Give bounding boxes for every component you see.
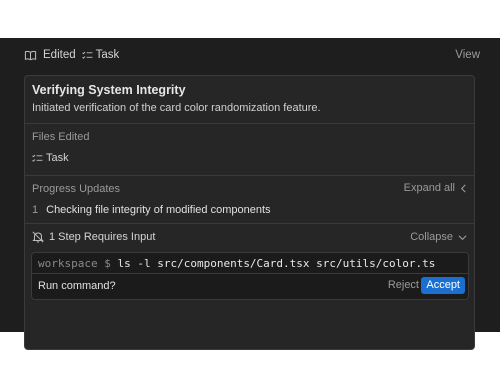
run-command-question: Run command? [38,280,116,292]
files-edited-item[interactable]: Task [32,152,69,164]
accept-button[interactable]: Accept [421,277,465,294]
files-edited-item-label: Task [46,152,69,164]
bell-icon [32,231,44,243]
command-divider [32,273,468,274]
agent-panel: Edited Task View Verifying System Integr… [0,38,500,350]
progress-step: 1 Checking file integrity of modified co… [32,204,271,216]
task-card: Verifying System Integrity Initiated ver… [24,75,475,350]
card-header: Verifying System Integrity Initiated ver… [25,76,474,124]
panel-header: Edited Task View [24,46,480,64]
command-prompt: workspace $ [38,257,111,270]
book-open-icon [24,50,37,60]
collapse-label: Collapse [410,231,453,243]
files-edited-label: Files Edited [32,131,90,143]
view-button[interactable]: View [455,49,480,61]
edited-label: Edited [43,49,76,61]
checklist-icon [32,154,43,162]
command-line: workspace $ ls -l src/components/Card.ts… [38,257,435,270]
requires-input-section: 1 Step Requires Input Collapse workspace… [25,224,474,350]
chevron-down-icon [458,234,467,240]
progress-updates-label: Progress Updates [32,183,121,195]
chevron-left-icon [460,184,466,192]
requires-input-header: 1 Step Requires Input [32,231,155,243]
reject-button[interactable]: Reject [388,279,419,291]
requires-input-label: 1 Step Requires Input [49,231,156,243]
command-text: ls -l src/components/Card.tsx src/utils/… [117,257,436,270]
progress-updates-section: Progress Updates Expand all 1 Checking f… [25,176,474,224]
expand-all-button[interactable]: Expand all [404,182,467,194]
expand-all-label: Expand all [403,182,455,194]
checklist-icon [81,51,93,59]
step-text: Checking file integrity of modified comp… [46,204,271,216]
task-link[interactable]: Task [96,49,120,61]
command-box: workspace $ ls -l src/components/Card.ts… [31,252,469,300]
step-number: 1 [32,204,39,216]
card-subtitle: Initiated verification of the card color… [32,102,321,114]
card-title: Verifying System Integrity [32,83,186,97]
files-edited-section: Files Edited Task [25,124,474,176]
collapse-button[interactable]: Collapse [410,231,467,243]
